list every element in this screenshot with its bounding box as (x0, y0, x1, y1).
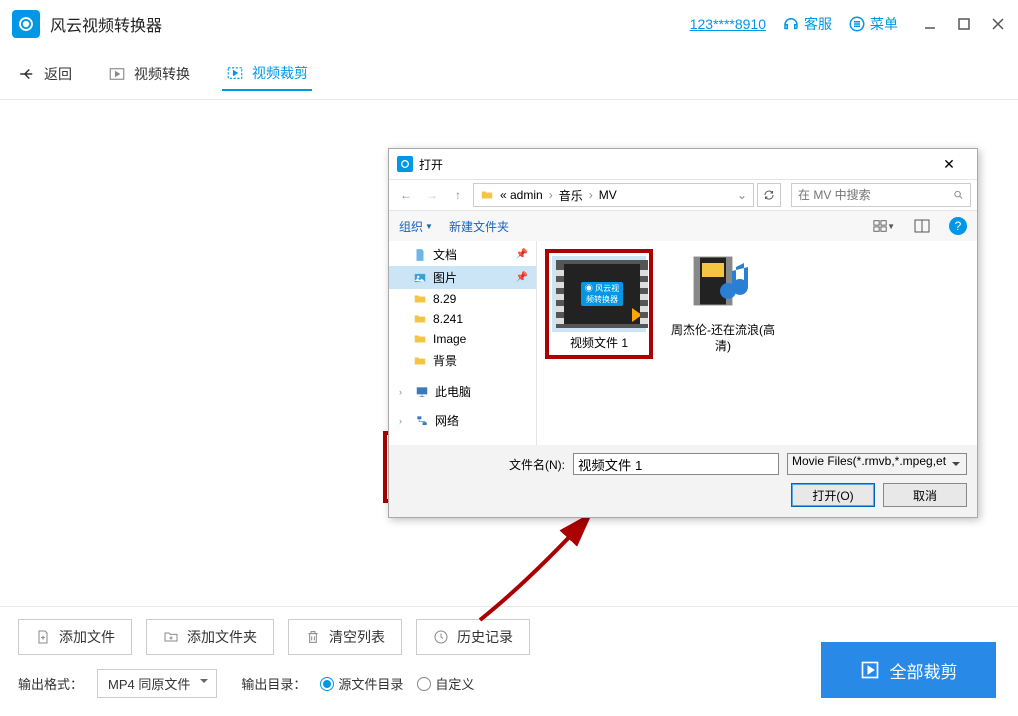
pc-icon (415, 385, 429, 399)
file-item-audio1[interactable]: 周杰伦-还在流浪(高清) (669, 249, 777, 354)
help-button[interactable]: ? (949, 217, 967, 235)
support-button[interactable]: 客服 (782, 14, 832, 34)
file-open-dialog: 打开 ✕ ← → ↑ « admin › 音乐 › MV ⌄ (388, 148, 978, 518)
output-format-select[interactable]: MP4 同原文件 (97, 669, 217, 698)
menu-button[interactable]: 菜单 (848, 14, 898, 34)
folder-icon (480, 188, 494, 202)
network-icon (415, 414, 429, 428)
sidebar-item-pictures[interactable]: 图片📌 (389, 266, 536, 289)
folder-icon (413, 312, 427, 326)
chevron-down-icon[interactable]: ⌄ (737, 188, 747, 202)
sidebar-item-network[interactable]: › 网络 (389, 409, 536, 432)
organize-menu[interactable]: 组织 ▼ (399, 218, 433, 235)
preview-pane-button[interactable] (911, 215, 933, 237)
file-filter-select[interactable]: Movie Files(*.rmvb,*.mpeg,et (787, 453, 967, 475)
back-button[interactable]: 返回 (14, 58, 76, 90)
file-icon (35, 629, 51, 645)
dialog-app-icon (397, 156, 413, 172)
sidebar-item-thispc[interactable]: › 此电脑 (389, 380, 536, 403)
doc-icon (413, 248, 427, 262)
clear-list-btn[interactable]: 清空列表 (288, 619, 402, 655)
breadcrumb[interactable]: « admin › 音乐 › MV ⌄ (473, 183, 754, 207)
audio-thumbnail (688, 249, 758, 319)
tab-convert[interactable]: 视频转换 (104, 58, 194, 90)
close-button[interactable] (990, 16, 1006, 32)
dialog-title: 打开 (419, 156, 443, 173)
filename-input[interactable] (573, 453, 779, 475)
sidebar-item-folder-image[interactable]: Image (389, 329, 536, 349)
folder-icon (413, 332, 427, 346)
image-icon (413, 271, 427, 285)
play-icon (860, 660, 880, 680)
dialog-toolbar: 组织 ▼ 新建文件夹 ▼ ? (389, 211, 977, 241)
add-file-btn-small[interactable]: 添加文件 (18, 619, 132, 655)
trash-icon (305, 629, 321, 645)
dialog-cancel-button[interactable]: 取消 (883, 483, 967, 507)
dialog-titlebar: 打开 ✕ (389, 149, 977, 179)
back-arrow-icon (18, 65, 36, 83)
crop-all-button[interactable]: 全部裁剪 (821, 642, 996, 698)
dialog-file-pane: ◉ 风云视频转换器 视频文件 1 (537, 241, 977, 445)
clock-icon (433, 629, 449, 645)
add-folder-btn[interactable]: 添加文件夹 (146, 619, 274, 655)
refresh-icon (763, 189, 775, 201)
search-input[interactable] (798, 188, 953, 202)
radio-custom-dir[interactable]: 自定义 (417, 674, 474, 693)
app-title: 风云视频转换器 (50, 12, 162, 36)
video-thumbnail: ◉ 风云视频转换器 (556, 260, 648, 328)
minimize-button[interactable] (922, 16, 938, 32)
play-box-icon (108, 65, 126, 83)
dialog-open-button[interactable]: 打开(O) (791, 483, 875, 507)
new-folder-button[interactable]: 新建文件夹 (449, 218, 509, 235)
search-box[interactable] (791, 183, 971, 207)
radio-source-dir[interactable]: 源文件目录 (320, 674, 403, 693)
annotation-arrow-1 (470, 500, 620, 630)
sidebar-item-folder-8241[interactable]: 8.241 (389, 309, 536, 329)
app-logo (12, 10, 40, 38)
folder-plus-icon (163, 629, 179, 645)
dialog-close-button[interactable]: ✕ (929, 156, 969, 173)
search-icon (953, 188, 964, 202)
menu-icon (848, 15, 866, 33)
view-mode-button[interactable]: ▼ (873, 215, 895, 237)
dialog-footer: 文件名(N): Movie Files(*.rmvb,*.mpeg,et 打开(… (389, 445, 977, 517)
nav-forward-button[interactable]: → (421, 184, 443, 206)
refresh-button[interactable] (757, 183, 781, 207)
filename-label: 文件名(N): (509, 456, 565, 473)
crop-icon (226, 64, 244, 82)
output-dir-label: 输出目录： (241, 674, 306, 693)
maximize-button[interactable] (956, 16, 972, 32)
toolbar: 返回 视频转换 视频裁剪 (0, 48, 1018, 100)
main-area: ＋ 添加文件 打开 ✕ ← → ↑ « admin › 音乐 (0, 100, 1018, 606)
dialog-nav: ← → ↑ « admin › 音乐 › MV ⌄ (389, 179, 977, 211)
nav-back-button[interactable]: ← (395, 184, 417, 206)
file-item-video1[interactable]: ◉ 风云视频转换器 视频文件 1 (545, 249, 653, 359)
titlebar: 风云视频转换器 123****8910 客服 菜单 (0, 0, 1018, 48)
output-format-label: 输出格式： (18, 674, 83, 693)
phone-link[interactable]: 123****8910 (690, 16, 766, 32)
folder-icon (413, 354, 427, 368)
tab-crop[interactable]: 视频裁剪 (222, 57, 312, 91)
headset-icon (782, 15, 800, 33)
sidebar-item-folder-829[interactable]: 8.29 (389, 289, 536, 309)
sidebar-item-documents[interactable]: 文档📌 (389, 243, 536, 266)
sidebar-item-folder-bg[interactable]: 背景 (389, 349, 536, 372)
dialog-sidebar: 文档📌 图片📌 8.29 8.241 Image (389, 241, 537, 445)
nav-up-button[interactable]: ↑ (447, 184, 469, 206)
folder-icon (413, 292, 427, 306)
